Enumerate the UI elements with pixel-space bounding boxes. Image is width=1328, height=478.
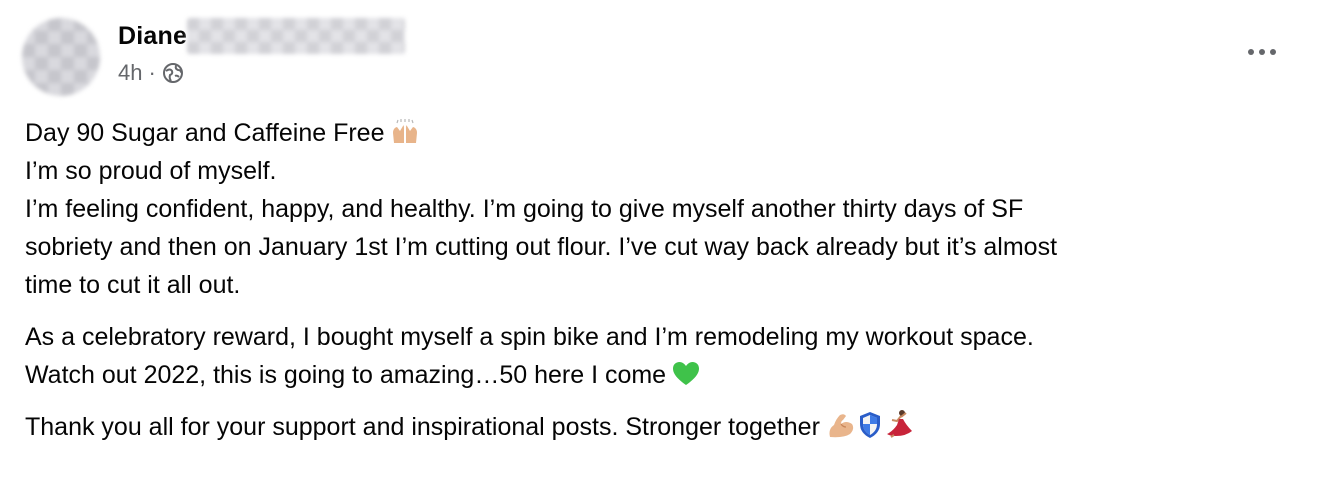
author-header: Diane	[118, 18, 406, 54]
redacted-surname	[187, 18, 406, 54]
post-line-text: Thank you all for your support and inspi…	[25, 413, 820, 441]
meta-separator: ·	[148, 60, 156, 85]
post-time[interactable]: 4h	[118, 60, 142, 86]
post-card: Diane 4h · Day 90 Sugar and Caffeine Fre…	[0, 0, 1328, 478]
more-options-icon-dot	[1270, 49, 1276, 55]
more-options-button[interactable]	[1244, 36, 1280, 68]
more-options-icon-dot	[1259, 49, 1265, 55]
avatar[interactable]	[22, 18, 100, 96]
post-line: I’m so proud of myself.	[25, 157, 277, 185]
post-line: Day 90 Sugar and Caffeine Free	[25, 114, 1315, 152]
green-heart-emoji	[672, 361, 700, 387]
more-options-icon	[1248, 49, 1254, 55]
post-line: Watch out 2022, this is going to amazing…	[25, 356, 1315, 394]
post-line: sobriety and then on January 1st I’m cut…	[25, 233, 1058, 261]
post-line-text: Watch out 2022, this is going to amazing…	[25, 361, 667, 389]
post-line: I’m feeling confident, happy, and health…	[25, 195, 1024, 223]
shield-emoji	[858, 411, 882, 439]
post-meta: 4h ·	[118, 60, 184, 86]
flexed-biceps-emoji	[826, 411, 856, 439]
raising-hands-emoji	[391, 119, 419, 145]
post-line: As a celebratory reward, I bought myself…	[25, 323, 1034, 351]
author-name[interactable]: Diane	[118, 22, 187, 51]
post-line: time to cut it all out.	[25, 271, 241, 299]
post-line-text: Day 90 Sugar and Caffeine Free	[25, 119, 385, 147]
post-body: Day 90 Sugar and Caffeine Free I’m so pr…	[25, 114, 1315, 446]
dancer-emoji	[884, 409, 914, 439]
public-globe-icon[interactable]	[162, 62, 184, 84]
post-line: Thank you all for your support and inspi…	[25, 408, 1315, 446]
